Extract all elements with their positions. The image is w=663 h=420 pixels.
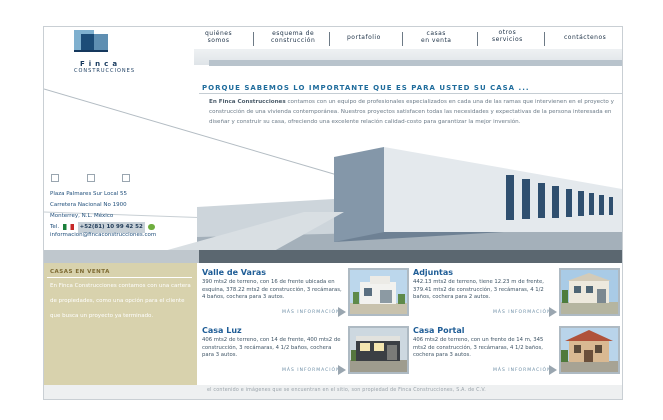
nav-separator [253,32,254,46]
more-info-link[interactable]: MÁS INFORMACIÓN [282,368,340,373]
page-frame: Finca CONSTRUCCIONES quiénes somos esquem… [43,26,623,400]
house-photo-icon [561,328,618,372]
panel-divider [47,277,192,278]
property-card: Casa Luz 406 mts2 de terreno, con 14 de … [202,326,409,381]
nav-otros-servicios[interactable]: otros servicios [492,29,523,43]
nav-label: en venta [421,37,452,44]
property-card: Valle de Varas 390 mts2 de terreno, con … [202,268,409,323]
house-photo-icon [350,328,407,372]
logo[interactable]: Finca CONSTRUCCIONES [74,30,134,74]
nav-band-accent [209,60,622,66]
intro-paragraph: En Finca Construcciones contamos con un … [209,97,617,127]
contact-block: Plaza Palmares Sur Local 55 Carretera Na… [50,189,156,241]
headline-divider [199,93,622,94]
address-line-2: Carretera Nacional No 1900 [50,202,127,208]
property-title[interactable]: Valle de Varas [202,268,266,277]
property-title[interactable]: Casa Luz [202,326,242,335]
nav-label: quiénes [205,30,233,37]
main-nav: quiénes somos esquema de construcción port… [199,29,622,50]
logo-name: Finca [80,60,122,68]
property-card: Casa Portal 406 mts2 de terreno, con un … [413,326,620,381]
logo-subtitle: CONSTRUCCIONES [74,68,135,74]
property-card: Adjuntas 442.13 mts2 de terreno, tiene 1… [413,268,620,323]
arrow-right-icon[interactable] [338,365,346,375]
casas-en-venta-panel: CASAS EN VENTA En Finca Construcciones c… [44,263,197,385]
property-photo[interactable] [559,268,620,316]
property-photo[interactable] [348,268,409,316]
nav-label: construcción [271,37,316,44]
nav-label: portafolio [347,34,381,41]
intro-brand: En Finca Construcciones [209,99,286,105]
house-photo-icon [561,270,618,314]
nav-label: casas [426,30,446,37]
property-description: 406 mts2 de terreno, con 14 de frente, 4… [202,337,341,358]
nav-quienes-somos[interactable]: quiénes somos [205,30,232,44]
property-photo[interactable] [559,326,620,374]
nav-label: servicios [492,36,523,43]
arrow-right-icon[interactable] [338,307,346,317]
nav-separator [329,32,330,46]
logo-mark-icon [74,30,108,52]
panel-title: CASAS EN VENTA [50,269,110,275]
nav-label: somos [207,37,230,44]
more-info-link[interactable]: MÁS INFORMACIÓN [493,310,551,315]
nav-separator [402,32,403,46]
property-description: 406 mts2 de terreno, con un frente de 14… [413,337,544,358]
checkbox-square-icon [87,174,95,182]
address-line-1: Plaza Palmares Sur Local 55 [50,191,128,197]
nav-casas-en-venta[interactable]: casas en venta [421,30,451,44]
property-description: 390 mts2 de terreno, con 16 de frente ub… [202,279,342,300]
nav-label: otros [498,29,517,36]
more-info-link[interactable]: MÁS INFORMACIÓN [493,368,551,373]
nav-portafolio[interactable]: portafolio [347,34,381,41]
nav-label: contáctenos [564,34,607,41]
mexico-flag-icon [62,223,74,230]
email-link[interactable]: informacion@fincaconstrucciones.com [50,230,156,241]
property-title[interactable]: Adjuntas [413,268,453,277]
property-description: 442.13 mts2 de terreno, tiene 12.23 m de… [413,279,544,300]
property-photo[interactable] [348,326,409,374]
more-info-link[interactable]: MÁS INFORMACIÓN [282,310,340,315]
checkbox-square-icon [122,174,130,182]
house-photo-icon [350,270,407,314]
section-band-left [44,250,199,263]
address-city: Monterrey, N.L. México [50,213,114,219]
go-icon[interactable] [147,223,155,230]
property-title[interactable]: Casa Portal [413,326,464,335]
nav-separator [544,32,545,46]
checkbox-square-icon [51,174,59,182]
nav-contactenos[interactable]: contáctenos [564,34,606,41]
arrow-right-icon[interactable] [549,365,557,375]
nav-separator [477,32,478,46]
arrow-right-icon[interactable] [549,307,557,317]
nav-label: esquema de [272,30,315,37]
page-headline: PORQUE SABEMOS LO IMPORTANTE QUE ES PARA… [202,84,530,92]
panel-text: En Finca Construcciones contamos con una… [50,283,191,319]
footer-copyright: el contenido e imágenes que se encuentra… [207,388,487,393]
nav-esquema[interactable]: esquema de construcción [271,30,315,44]
